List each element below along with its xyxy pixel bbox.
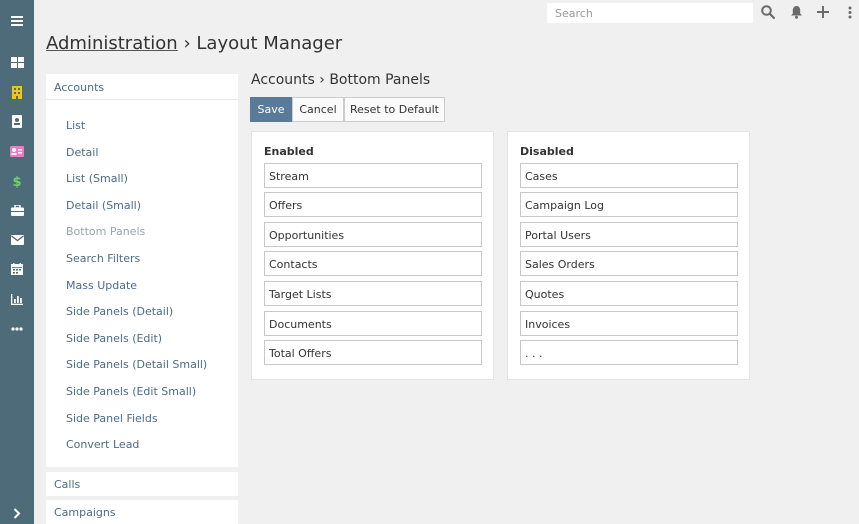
sidebar-item-bottom-panels[interactable]: Bottom Panels bbox=[66, 225, 145, 238]
enabled-title: Enabled bbox=[264, 145, 314, 158]
enabled-item[interactable]: Offers bbox=[264, 192, 482, 217]
breadcrumb-administration[interactable]: Administration bbox=[46, 33, 178, 54]
disabled-item[interactable]: Quotes bbox=[520, 281, 738, 306]
leads-icon[interactable] bbox=[0, 140, 34, 162]
search-icon[interactable] bbox=[759, 3, 777, 21]
enabled-item[interactable]: Documents bbox=[264, 311, 482, 336]
disabled-panel: Disabled Cases Campaign Log Portal Users… bbox=[507, 131, 750, 380]
sidebar-group-header[interactable]: Accounts bbox=[46, 74, 238, 100]
sidebar-group-calls[interactable]: Calls bbox=[46, 472, 238, 496]
enabled-item[interactable]: Stream bbox=[264, 163, 482, 188]
disabled-item[interactable]: Portal Users bbox=[520, 222, 738, 247]
sidebar-item-list[interactable]: List bbox=[66, 119, 85, 132]
svg-text:$: $ bbox=[12, 175, 21, 188]
sidebar-item-side-panels-detail-small[interactable]: Side Panels (Detail Small) bbox=[66, 358, 207, 371]
enabled-panel: Enabled Stream Offers Opportunities Cont… bbox=[251, 131, 494, 380]
contacts-icon[interactable] bbox=[0, 110, 34, 132]
sidebar-item-side-panels-edit[interactable]: Side Panels (Edit) bbox=[66, 332, 162, 345]
breadcrumb-separator: › bbox=[183, 33, 191, 54]
disabled-item[interactable]: Campaign Log bbox=[520, 192, 738, 217]
left-navigation-rail: $ bbox=[0, 0, 34, 524]
disabled-title: Disabled bbox=[520, 145, 574, 158]
reports-icon[interactable] bbox=[0, 288, 34, 310]
sidebar-item-search-filters[interactable]: Search Filters bbox=[66, 252, 140, 265]
cancel-button[interactable]: Cancel bbox=[292, 97, 344, 122]
calendar-icon[interactable] bbox=[0, 258, 34, 280]
reset-to-default-button[interactable]: Reset to Default bbox=[344, 97, 445, 122]
sidebar-item-side-panels-edit-small[interactable]: Side Panels (Edit Small) bbox=[66, 385, 196, 398]
sidebar-item-mass-update[interactable]: Mass Update bbox=[66, 279, 137, 292]
disabled-item[interactable]: . . . bbox=[520, 340, 738, 365]
sidebar-group-accounts: Accounts List Detail List (Small) Detail… bbox=[46, 74, 238, 467]
sidebar-group-campaigns[interactable]: Campaigns bbox=[46, 500, 238, 524]
disabled-item[interactable]: Cases bbox=[520, 163, 738, 188]
search-input[interactable] bbox=[547, 3, 753, 23]
plus-icon[interactable] bbox=[814, 3, 832, 21]
enabled-item[interactable]: Contacts bbox=[264, 251, 482, 276]
sidebar-item-list-small[interactable]: List (Small) bbox=[66, 172, 128, 185]
opportunities-icon[interactable]: $ bbox=[0, 170, 34, 192]
enabled-item[interactable]: Opportunities bbox=[264, 222, 482, 247]
section-title: Accounts › Bottom Panels bbox=[251, 72, 431, 88]
enabled-item[interactable]: Target Lists bbox=[264, 281, 482, 306]
save-button[interactable]: Save bbox=[250, 97, 292, 122]
sidebar-item-detail[interactable]: Detail bbox=[66, 146, 98, 159]
disabled-item[interactable]: Invoices bbox=[520, 311, 738, 336]
more-icon[interactable] bbox=[0, 318, 34, 340]
dashboard-icon[interactable] bbox=[0, 51, 34, 73]
sidebar-item-detail-small[interactable]: Detail (Small) bbox=[66, 199, 141, 212]
kebab-icon[interactable] bbox=[841, 3, 859, 21]
email-icon[interactable] bbox=[0, 229, 34, 251]
page-heading: Layout Manager bbox=[196, 33, 343, 54]
cases-icon[interactable] bbox=[0, 199, 34, 221]
disabled-item[interactable]: Sales Orders bbox=[520, 251, 738, 276]
enabled-item[interactable]: Total Offers bbox=[264, 340, 482, 365]
sidebar-item-convert-lead[interactable]: Convert Lead bbox=[66, 438, 139, 451]
menu-icon[interactable] bbox=[0, 10, 34, 32]
bell-icon[interactable] bbox=[787, 3, 805, 21]
sidebar-item-side-panels-detail[interactable]: Side Panels (Detail) bbox=[66, 305, 173, 318]
sidebar-item-side-panel-fields[interactable]: Side Panel Fields bbox=[66, 412, 158, 425]
accounts-icon[interactable] bbox=[0, 81, 34, 103]
expand-icon[interactable] bbox=[0, 502, 34, 524]
page-title: Administration › Layout Manager bbox=[46, 33, 342, 54]
